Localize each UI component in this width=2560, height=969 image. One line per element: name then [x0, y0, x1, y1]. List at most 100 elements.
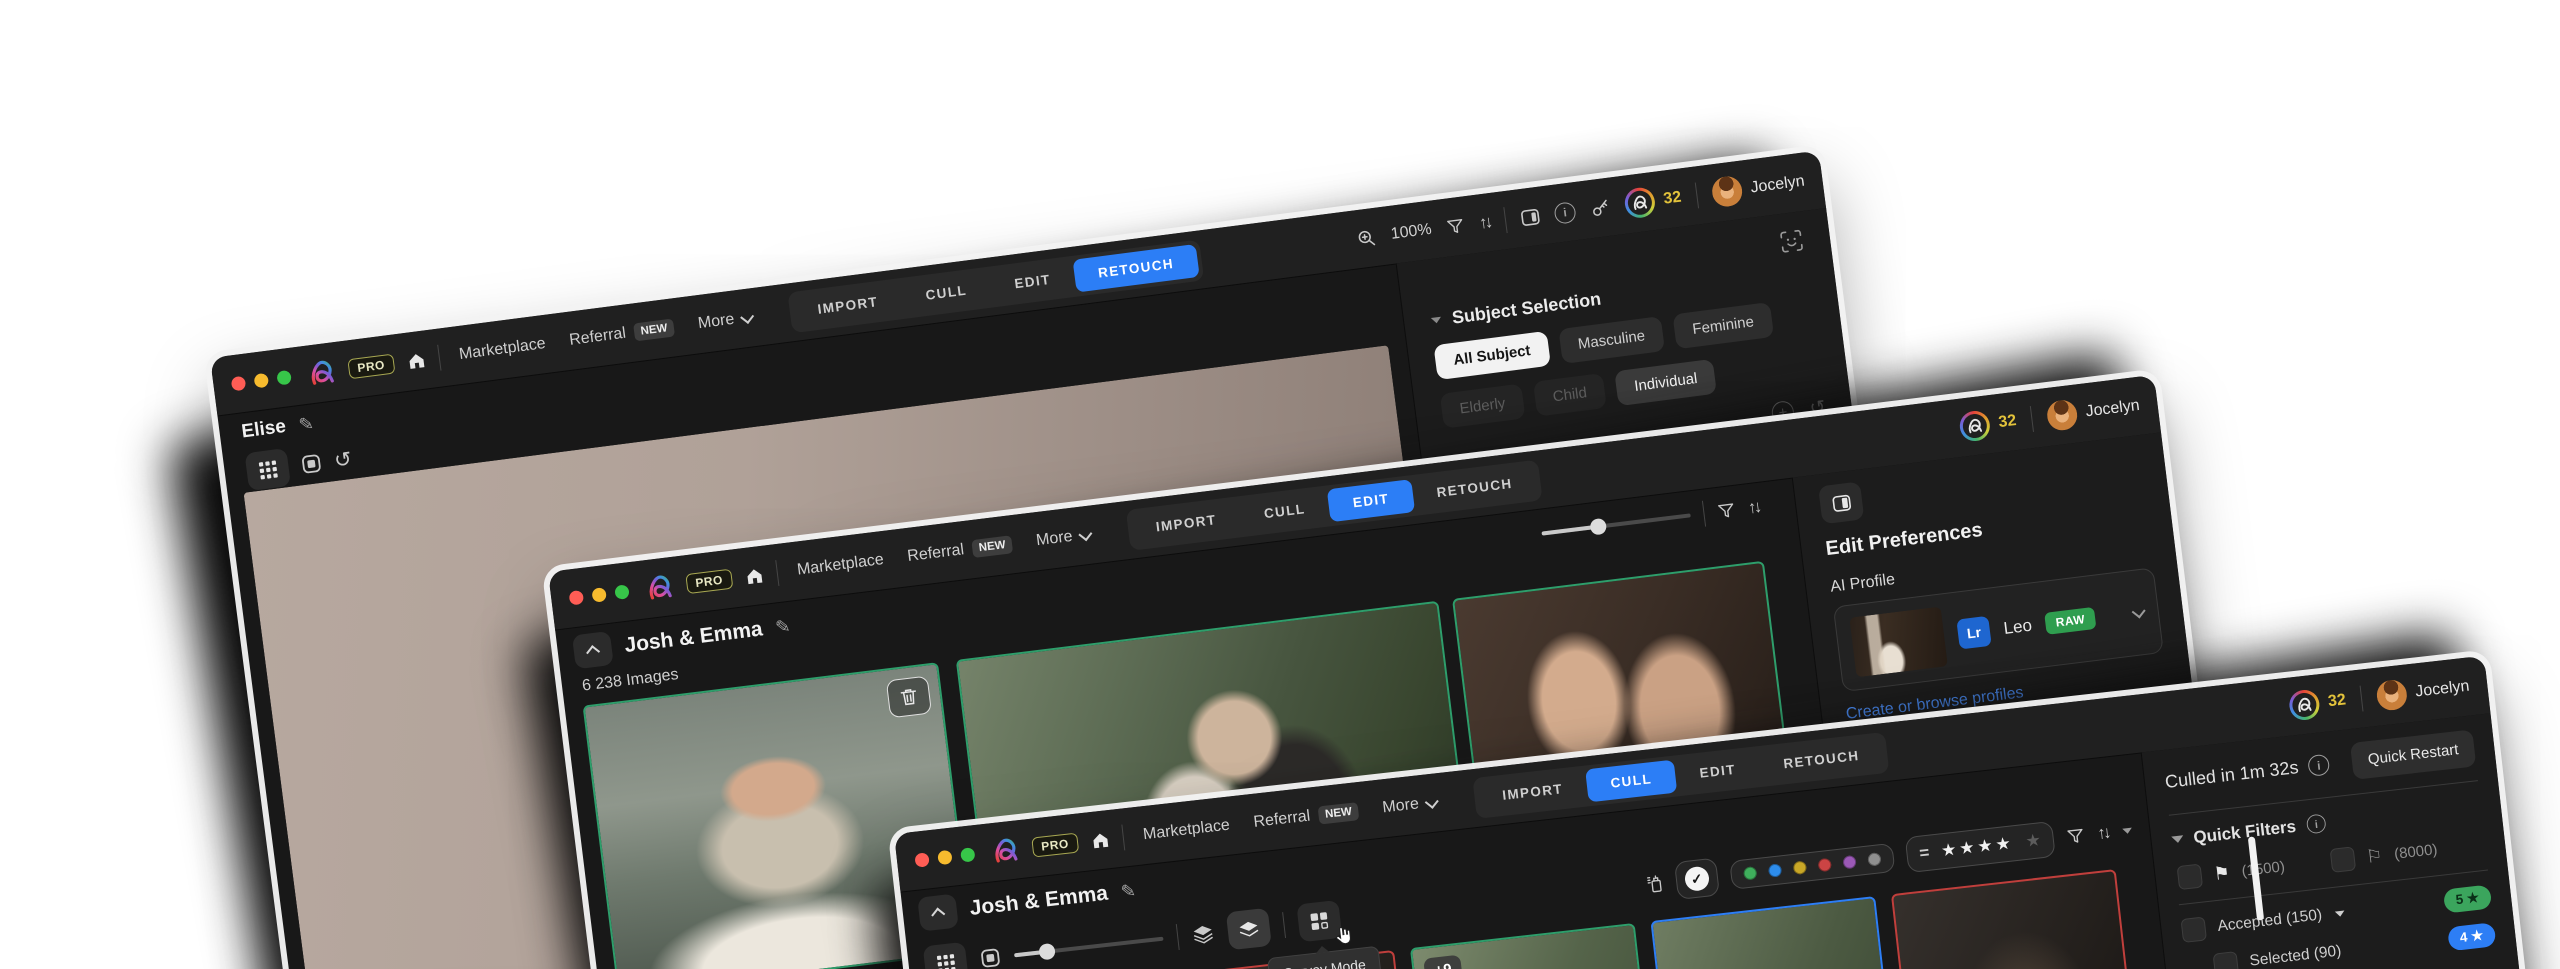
tab-import[interactable]: IMPORT [1130, 500, 1242, 546]
single-view-button[interactable] [979, 947, 1001, 969]
side-panel-icon[interactable] [1520, 207, 1541, 226]
history-icon[interactable]: ↺ [333, 446, 354, 473]
tab-retouch[interactable]: RETOUCH [1411, 464, 1538, 512]
user-account[interactable]: Jocelyn [2045, 391, 2141, 432]
menu-more[interactable]: More [1035, 526, 1091, 551]
color-dot-blue[interactable] [1768, 863, 1782, 877]
filter-icon[interactable] [2066, 827, 2086, 846]
face-detection-icon[interactable] [1778, 227, 1806, 255]
unstack-layers-button[interactable] [1226, 908, 1272, 950]
thumbnail-picked[interactable] [1650, 896, 1915, 969]
sort-icon[interactable]: ↑↓ [2096, 823, 2109, 844]
star-rating-filter[interactable]: = ★★★★ ★ [1905, 821, 2056, 873]
menu-marketplace[interactable]: Marketplace [458, 335, 547, 364]
caret-down-icon[interactable] [2335, 910, 2345, 917]
flagged-filter[interactable]: ⚑ (1500) [2177, 854, 2287, 890]
picked-filter-button[interactable]: ✓ [1674, 858, 1720, 900]
home-icon[interactable] [1088, 828, 1111, 851]
checkbox[interactable] [2213, 951, 2240, 969]
subject-elderly-button[interactable]: Elderly [1440, 384, 1526, 429]
rating-operator[interactable]: = [1918, 843, 1930, 864]
edit-pencil-icon[interactable]: ✎ [1120, 880, 1137, 903]
minimize-window-button[interactable] [937, 850, 952, 865]
thumbnail-size-slider[interactable] [1541, 513, 1690, 535]
menu-more[interactable]: More [1382, 793, 1438, 817]
close-window-button[interactable] [231, 376, 247, 392]
tab-cull[interactable]: CULL [1585, 759, 1678, 802]
maximize-window-button[interactable] [960, 847, 975, 862]
info-icon[interactable]: i [2307, 754, 2330, 777]
sort-icon[interactable]: ↑↓ [1747, 497, 1760, 518]
tab-retouch[interactable]: RETOUCH [1758, 736, 1885, 783]
inactive-star[interactable]: ★ [2025, 830, 2042, 852]
checkbox[interactable] [2181, 916, 2208, 943]
tab-cull[interactable]: CULL [1238, 489, 1331, 533]
tab-retouch[interactable]: RETOUCH [1072, 243, 1200, 292]
slider-knob[interactable] [1038, 943, 1056, 961]
subject-masculine-button[interactable]: Masculine [1558, 316, 1665, 364]
minimize-window-button[interactable] [253, 373, 269, 389]
active-stars[interactable]: ★★★★ [1940, 833, 2015, 861]
sort-icon[interactable]: ↑↓ [1478, 212, 1491, 233]
subject-child-button[interactable]: Child [1533, 373, 1607, 417]
tab-import[interactable]: IMPORT [792, 282, 904, 329]
subject-feminine-button[interactable]: Feminine [1673, 302, 1774, 349]
menu-referral[interactable]: Referral NEW [568, 318, 675, 349]
grid-view-button[interactable] [923, 942, 969, 969]
zoom-level[interactable]: 100% [1390, 221, 1433, 244]
tab-import[interactable]: IMPORT [1477, 769, 1589, 814]
sort-direction-caret-icon[interactable] [2122, 827, 2132, 834]
color-dot-yellow[interactable] [1793, 860, 1807, 874]
menu-referral[interactable]: Referral NEW [1253, 802, 1360, 832]
close-window-button[interactable] [914, 852, 929, 867]
tab-edit[interactable]: EDIT [1674, 750, 1762, 792]
stack-layers-icon[interactable] [1191, 923, 1215, 945]
minimize-window-button[interactable] [591, 587, 607, 603]
filter-icon[interactable] [1716, 501, 1736, 520]
color-dot-purple[interactable] [1842, 854, 1856, 868]
maximize-window-button[interactable] [614, 584, 630, 600]
edit-pencil-icon[interactable]: ✎ [297, 413, 315, 436]
zoom-magnifier-icon[interactable] [1356, 227, 1377, 248]
home-icon[interactable] [404, 349, 428, 373]
color-dot-green[interactable] [1743, 866, 1757, 880]
user-account[interactable]: Jocelyn [1710, 167, 1806, 209]
stack-count-badge[interactable]: +9 [1423, 955, 1463, 969]
unflagged-filter[interactable]: ⚐ (8000) [2329, 837, 2439, 873]
collapse-button[interactable] [917, 894, 959, 932]
close-window-button[interactable] [569, 590, 585, 606]
edit-pencil-icon[interactable]: ✎ [774, 615, 792, 638]
credits-balance[interactable]: 32 [1623, 183, 1683, 220]
collapse-button[interactable] [572, 631, 614, 669]
menu-referral[interactable]: Referral NEW [906, 535, 1013, 566]
color-dot-red[interactable] [1817, 857, 1831, 871]
credits-balance[interactable]: 32 [2288, 685, 2348, 721]
info-icon[interactable]: i [2306, 813, 2327, 834]
slider-knob[interactable] [1589, 518, 1607, 536]
user-account[interactable]: Jocelyn [2375, 672, 2471, 712]
menu-marketplace[interactable]: Marketplace [796, 551, 885, 579]
checkbox[interactable] [2329, 846, 2356, 873]
thumbnail-rejected[interactable] [1891, 869, 2156, 969]
checkbox[interactable] [2177, 864, 2204, 891]
survey-mode-button[interactable]: Survey Mode [1296, 900, 1342, 942]
color-dot-gray[interactable] [1867, 852, 1881, 866]
spray-can-icon[interactable] [1645, 872, 1664, 896]
quick-restart-button[interactable]: Quick Restart [2350, 729, 2476, 779]
thumbnail-size-slider[interactable] [1014, 937, 1164, 958]
single-view-button[interactable] [300, 453, 322, 475]
menu-marketplace[interactable]: Marketplace [1142, 817, 1231, 845]
maximize-window-button[interactable] [276, 370, 292, 386]
subject-individual-button[interactable]: Individual [1614, 359, 1717, 406]
tab-edit[interactable]: EDIT [1327, 479, 1415, 522]
filter-icon[interactable] [1445, 217, 1465, 236]
subject-all-button[interactable]: All Subject [1433, 331, 1550, 380]
panel-toggle-button[interactable] [1818, 481, 1864, 524]
key-icon[interactable] [1589, 197, 1611, 219]
credits-balance[interactable]: 32 [1958, 406, 2018, 443]
tab-edit[interactable]: EDIT [989, 259, 1077, 303]
grid-view-button[interactable] [244, 448, 291, 491]
tab-cull[interactable]: CULL [900, 270, 993, 314]
trash-button[interactable] [886, 676, 932, 719]
menu-more[interactable]: More [697, 308, 753, 333]
